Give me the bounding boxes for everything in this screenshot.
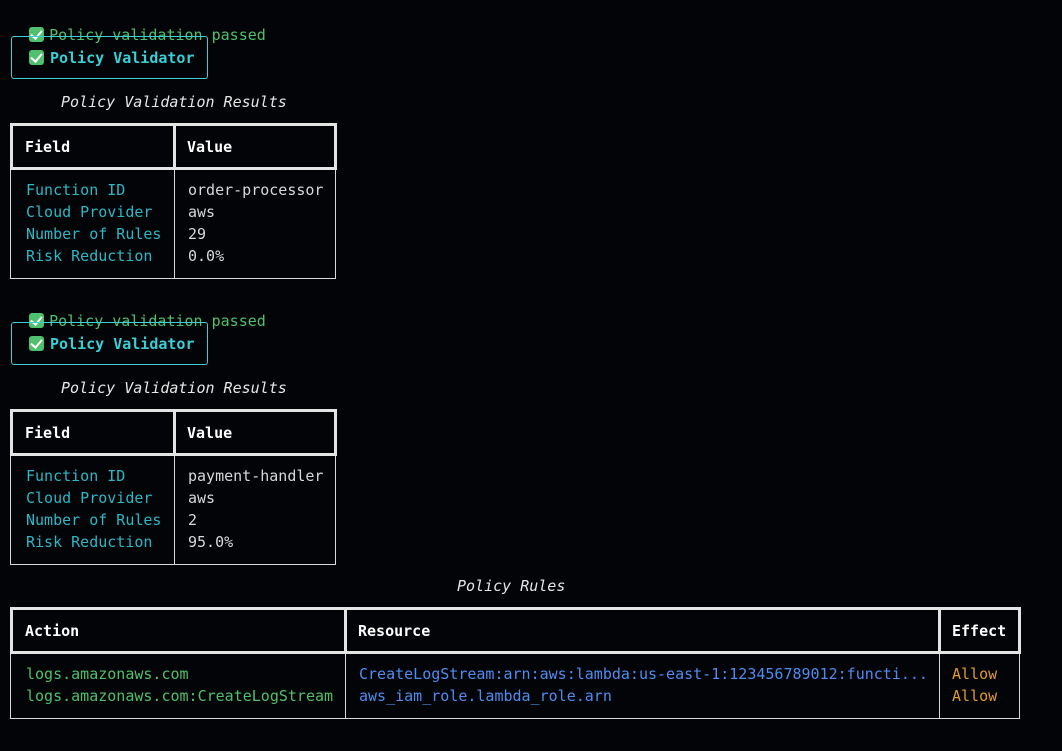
results-table-header: Field Value bbox=[10, 123, 337, 170]
column-header-effect: Effect bbox=[952, 622, 1007, 640]
table-cell-field: Risk Reduction bbox=[26, 533, 153, 551]
results-table-caption: Policy Validation Results bbox=[61, 93, 287, 111]
column-header-field: Field bbox=[25, 138, 71, 156]
rule-resource: aws_iam_role.lambda_role.arn bbox=[359, 687, 612, 705]
panel-title: Policy Validator bbox=[29, 49, 195, 67]
column-header-value: Value bbox=[187, 424, 233, 442]
rules-table-body: logs.amazonaws.com CreateLogStream:arn:a… bbox=[10, 654, 1020, 719]
table-cell-field: Function ID bbox=[26, 181, 126, 199]
results-table: Field Value Function ID order-processor … bbox=[10, 123, 337, 279]
policy-validator-panel: Policy Validator bbox=[11, 36, 208, 79]
check-mark-icon bbox=[29, 336, 44, 351]
rule-effect: Allow bbox=[952, 665, 998, 683]
table-cell-value: 29 bbox=[188, 225, 207, 243]
table-cell-value: order-processor bbox=[188, 181, 324, 199]
results-table-body: Function ID order-processor Cloud Provid… bbox=[10, 170, 336, 279]
column-header-resource: Resource bbox=[358, 622, 431, 640]
rule-effect: Allow bbox=[952, 687, 998, 705]
table-cell-field: Cloud Provider bbox=[26, 489, 153, 507]
results-table-body: Function ID payment-handler Cloud Provid… bbox=[10, 456, 336, 565]
table-cell-field: Cloud Provider bbox=[26, 203, 153, 221]
column-header-value: Value bbox=[187, 138, 233, 156]
column-header-action: Action bbox=[25, 622, 80, 640]
panel-title: Policy Validator bbox=[29, 335, 195, 353]
status-message: Policy validation passed bbox=[11, 731, 266, 751]
rule-action: logs.amazonaws.com:CreateLogStream bbox=[26, 687, 334, 705]
column-header-field: Field bbox=[25, 424, 71, 442]
table-cell-value: payment-handler bbox=[188, 467, 324, 485]
rules-table-caption: Policy Rules bbox=[457, 577, 566, 595]
table-cell-value: aws bbox=[188, 489, 216, 507]
rules-table: Action Resource Effect logs.amazonaws.co… bbox=[10, 607, 1021, 719]
table-cell-field: Function ID bbox=[26, 467, 126, 485]
results-table-caption: Policy Validation Results bbox=[61, 379, 287, 397]
table-cell-value: aws bbox=[188, 203, 216, 221]
rule-resource: CreateLogStream:arn:aws:lambda:us-east-1… bbox=[359, 665, 928, 683]
rule-action: logs.amazonaws.com bbox=[26, 665, 189, 683]
rules-table-header: Action Resource Effect bbox=[10, 607, 1021, 654]
table-cell-value: 95.0% bbox=[188, 533, 234, 551]
table-cell-value: 0.0% bbox=[188, 247, 225, 265]
check-mark-icon bbox=[29, 50, 44, 65]
table-cell-field: Risk Reduction bbox=[26, 247, 153, 265]
table-cell-field: Number of Rules bbox=[26, 225, 162, 243]
results-table-header: Field Value bbox=[10, 409, 337, 456]
policy-validator-panel: Policy Validator bbox=[11, 322, 208, 365]
results-table: Field Value Function ID payment-handler … bbox=[10, 409, 337, 565]
table-cell-value: 2 bbox=[188, 511, 198, 529]
table-cell-field: Number of Rules bbox=[26, 511, 162, 529]
